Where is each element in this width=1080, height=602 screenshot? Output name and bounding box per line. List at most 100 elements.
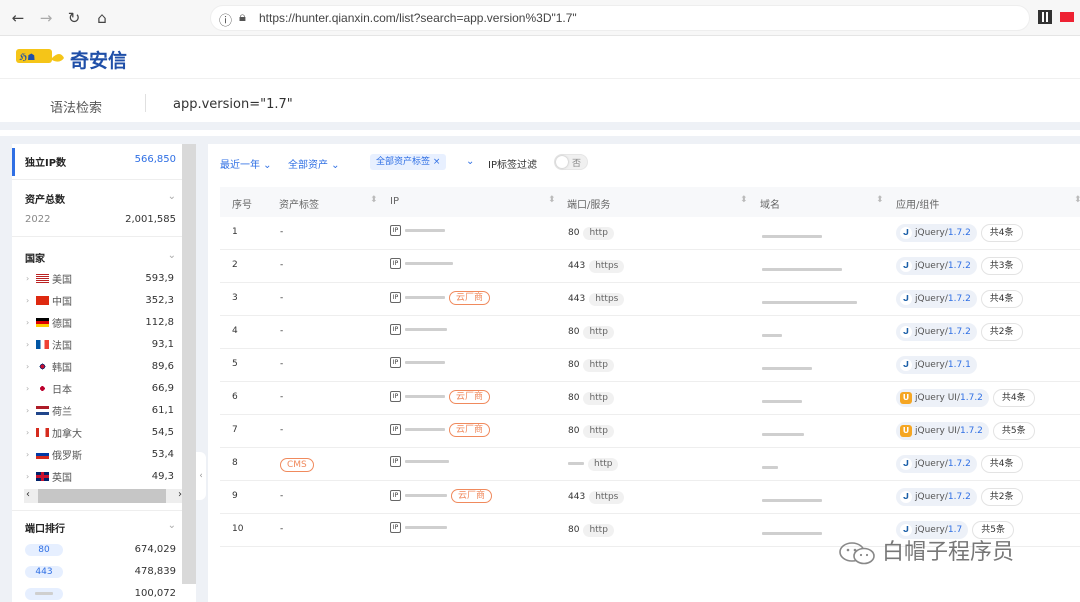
expand-arrow-icon[interactable]: ›	[26, 296, 36, 305]
ip-cell[interactable]: IP	[390, 522, 447, 533]
app-component-pill[interactable]: ᒍ jQuery/1.7.1	[896, 356, 977, 374]
service-pill[interactable]: https	[589, 293, 625, 306]
scrollbar-thumb[interactable]	[38, 489, 166, 503]
country-item-jp[interactable]: › 日本 66,9	[26, 380, 174, 396]
column-drag-icon[interactable]: ⬍	[370, 195, 378, 205]
asset-tag-chip[interactable]: 全部资产标签 ×	[370, 154, 447, 170]
ip-detail-icon[interactable]: IP	[390, 490, 401, 501]
ip-detail-icon[interactable]: IP	[390, 424, 401, 435]
chevron-down-icon[interactable]: ⌄	[168, 191, 176, 206]
service-pill[interactable]: http	[583, 392, 614, 405]
app-component-pill[interactable]: ᒍ jQuery/1.7.2	[896, 224, 977, 242]
port-number[interactable]: 443	[568, 294, 585, 304]
search-input[interactable]: app.version="1.7"	[173, 97, 293, 112]
ip-detail-icon[interactable]: IP	[390, 324, 401, 335]
port-number[interactable]: 80	[568, 228, 579, 238]
port-pill[interactable]	[25, 588, 63, 600]
ip-detail-icon[interactable]: IP	[390, 258, 401, 269]
cloud-vendor-tag[interactable]: 云厂商	[449, 423, 491, 437]
chevron-down-icon[interactable]: ⌄	[168, 250, 176, 265]
tag-chevron-down-icon[interactable]: ⌄	[466, 156, 474, 167]
port-rank-header[interactable]: 端口排行 ⌄	[25, 520, 176, 535]
asset-year-row[interactable]: 2022 2,001,585	[25, 214, 176, 225]
table-row[interactable]: 7 - IP 云厂商 80 http UjQuery UI/1.7.2 共5条	[220, 415, 1080, 448]
app-component-pill[interactable]: ᒍ jQuery/1.7.2	[896, 455, 977, 473]
country-item-ru[interactable]: › 俄罗斯 53,4	[26, 446, 174, 462]
port-service-cell[interactable]: 80 http	[568, 524, 614, 537]
country-item-cn[interactable]: › 中国 352,3	[26, 292, 174, 308]
more-components-button[interactable]: 共5条	[992, 422, 1035, 440]
cloud-vendor-tag[interactable]: 云厂商	[449, 291, 491, 305]
ip-cell[interactable]: IP 云厂商	[390, 489, 493, 503]
port-service-cell[interactable]: 443 https	[568, 491, 625, 504]
ip-cell[interactable]: IP 云厂商	[390, 423, 491, 437]
chevron-down-icon[interactable]: ⌄	[168, 520, 176, 535]
port-service-cell[interactable]: http	[568, 458, 619, 471]
table-row[interactable]: 3 - IP 云厂商 443 https ᒍ jQuery/1.7.2 共4条	[220, 283, 1080, 316]
address-bar[interactable]: ⓘ 🔒︎ https://hunter.qianxin.com/list?sea…	[210, 5, 1030, 31]
port-number[interactable]: 443	[568, 492, 585, 502]
domain-cell[interactable]	[762, 232, 822, 242]
country-item-fr[interactable]: › 法国 93,1	[26, 336, 174, 352]
domain-cell[interactable]	[762, 463, 778, 473]
scroll-left-icon[interactable]: ‹	[26, 489, 30, 500]
ip-detail-icon[interactable]: IP	[390, 391, 401, 402]
asset-total-header[interactable]: 资产总数 ⌄	[25, 191, 176, 206]
country-item-ca[interactable]: › 加拿大 54,5	[26, 424, 174, 440]
expand-arrow-icon[interactable]: ›	[26, 472, 36, 481]
app-component-pill[interactable]: UjQuery UI/1.7.2	[896, 389, 989, 407]
ip-cell[interactable]: IP	[390, 456, 449, 467]
cms-tag[interactable]: CMS	[280, 458, 314, 472]
table-row[interactable]: 8 CMS IP http ᒍ jQuery/1.7.2 共4条	[220, 448, 1080, 481]
port-service-cell[interactable]: 443 https	[568, 260, 625, 273]
ip-cell[interactable]: IP	[390, 357, 445, 368]
home-icon[interactable]: ⌂	[92, 8, 112, 28]
domain-cell[interactable]	[762, 298, 857, 308]
column-drag-icon[interactable]: ⬍	[876, 195, 884, 205]
asset-filter-dropdown[interactable]: 全部资产 ⌄	[288, 156, 340, 171]
ip-detail-icon[interactable]: IP	[390, 456, 401, 467]
app-component-pill[interactable]: ᒍ jQuery/1.7.2	[896, 290, 977, 308]
country-item-nl[interactable]: › 荷兰 61,1	[26, 402, 174, 418]
service-pill[interactable]: http	[583, 524, 614, 537]
expand-arrow-icon[interactable]: ›	[26, 428, 36, 437]
port-number[interactable]: 80	[568, 360, 579, 370]
unique-ip-row[interactable]: 独立IP数 566,850	[25, 154, 176, 169]
port-item[interactable]: 443 478,839	[25, 566, 176, 578]
port-service-cell[interactable]: 80 http	[568, 326, 614, 339]
ip-cell[interactable]: IP	[390, 258, 453, 269]
service-pill[interactable]: http	[588, 458, 619, 471]
ip-cell[interactable]: IP 云厂商	[390, 390, 491, 404]
ip-cell[interactable]: IP 云厂商	[390, 291, 491, 305]
cloud-vendor-tag[interactable]: 云厂商	[451, 489, 493, 503]
domain-cell[interactable]	[762, 331, 782, 341]
service-pill[interactable]: http	[583, 227, 614, 240]
ip-cell[interactable]: IP	[390, 225, 445, 236]
port-service-cell[interactable]: 80 http	[568, 227, 614, 240]
country-item-gb[interactable]: › 英国 49,3	[26, 468, 174, 484]
more-components-button[interactable]: 共3条	[980, 257, 1023, 275]
country-item-kr[interactable]: › 韩国 89,6	[26, 358, 174, 374]
port-number[interactable]: 443	[568, 261, 585, 271]
column-drag-icon[interactable]: ⬍	[548, 195, 556, 205]
reload-icon[interactable]: ↻	[64, 8, 84, 28]
app-component-pill[interactable]: UjQuery UI/1.7.2	[896, 422, 989, 440]
service-pill[interactable]: http	[583, 359, 614, 372]
time-filter-dropdown[interactable]: 最近一年 ⌄	[220, 156, 272, 171]
port-service-cell[interactable]: 80 http	[568, 359, 614, 372]
service-pill[interactable]: https	[589, 491, 625, 504]
expand-arrow-icon[interactable]: ›	[26, 384, 36, 393]
sidebar-scrollbar[interactable]	[182, 144, 196, 584]
app-component-pill[interactable]: ᒍ jQuery/1.7.2	[896, 323, 977, 341]
port-number[interactable]: 80	[568, 327, 579, 337]
language-flag-icon[interactable]	[1060, 12, 1074, 22]
ip-detail-icon[interactable]: IP	[390, 225, 401, 236]
domain-cell[interactable]	[762, 397, 802, 407]
back-icon[interactable]: ←	[8, 8, 28, 28]
table-row[interactable]: 9 - IP 云厂商 443 https ᒍ jQuery/1.7.2 共2条	[220, 481, 1080, 514]
more-components-button[interactable]: 共2条	[980, 323, 1023, 341]
column-drag-icon[interactable]: ⬍	[1074, 195, 1080, 205]
more-components-button[interactable]: 共2条	[980, 488, 1023, 506]
ip-cell[interactable]: IP	[390, 324, 447, 335]
port-service-cell[interactable]: 80 http	[568, 425, 614, 438]
